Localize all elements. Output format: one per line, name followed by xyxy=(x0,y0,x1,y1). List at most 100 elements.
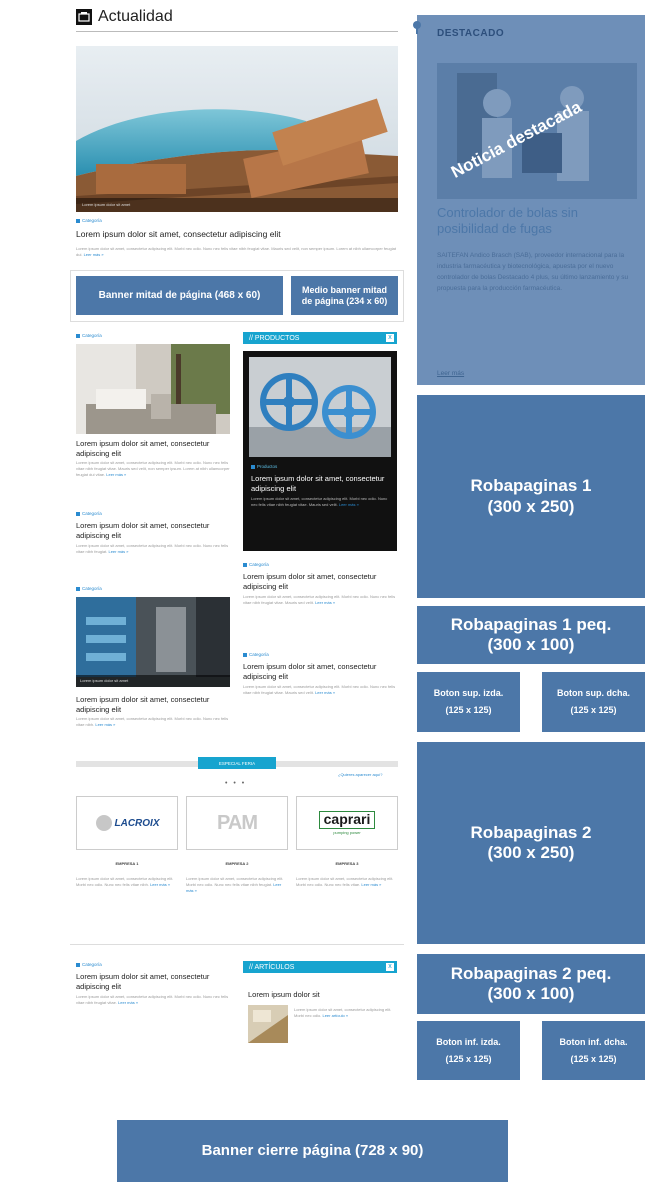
productos-category[interactable]: Productos xyxy=(251,464,277,469)
hero-image[interactable] xyxy=(76,46,398,212)
articulos-image[interactable] xyxy=(248,1005,288,1043)
destacado-body: SAITEFAN Andico Brasch (SAB), proveedor … xyxy=(437,252,629,293)
hero-headline[interactable]: Lorem ipsum dolor sit amet, consectetur … xyxy=(76,229,398,240)
robapaginas-2-label: Robapaginas 2 xyxy=(470,822,592,842)
a3-category[interactable]: Categoría xyxy=(76,586,102,591)
empresa-1-logo-card[interactable]: LACROIX xyxy=(76,796,178,850)
robapaginas-1-peq-label: Robapaginas 1 peq. xyxy=(450,614,612,634)
empresas-tab[interactable]: ESPECIAL FERIA xyxy=(198,757,276,769)
hero-caption: Lorem ipsum dolor sit amet xyxy=(82,202,131,207)
a6-headline[interactable]: Lorem ipsum dolor sit amet, consectetur … xyxy=(76,972,230,992)
a2-more-link[interactable]: Leer más » xyxy=(108,549,128,554)
a5-more-link[interactable]: Leer más » xyxy=(315,690,335,695)
empresa-3-more-link[interactable]: Leer más » xyxy=(361,882,381,887)
lacroix-logo-icon xyxy=(95,815,112,831)
destacado-more-link[interactable]: Leer más xyxy=(437,370,464,377)
a2-headline[interactable]: Lorem ipsum dolor sit amet, consectetur … xyxy=(76,521,230,541)
empresas-tab-label: ESPECIAL FERIA xyxy=(218,760,256,766)
header-divider xyxy=(76,31,398,32)
hero-more-link[interactable]: Leer más » xyxy=(84,252,104,257)
empresa-2-body: Lorem ipsum dolor sit amet, consectetur … xyxy=(186,876,284,894)
empresa-3-logo-card[interactable]: caprari pumping power xyxy=(296,796,398,850)
productos-card[interactable]: Productos Lorem ipsum dolor sit amet, co… xyxy=(243,351,397,551)
boton-inf-dcha-label: Boton inf. dcha. xyxy=(559,1036,628,1047)
hero-body: Lorem ipsum dolor sit amet, consectetur … xyxy=(76,246,396,258)
a3-caption: Lorem ipsum dolor sit amet xyxy=(80,678,129,683)
robapaginas-1-size: (300 x 250) xyxy=(487,496,575,516)
productos-headline[interactable]: Lorem ipsum dolor sit amet, consectetur … xyxy=(251,474,391,494)
destacado-pin-icon xyxy=(412,20,422,34)
empresas-link[interactable]: ¿Quieres aparecer aquí? xyxy=(338,772,382,777)
a3-headline[interactable]: Lorem ipsum dolor sit amet, consectetur … xyxy=(76,695,230,715)
empresa-3-logo-text: caprari xyxy=(318,811,376,829)
articulos-close-icon[interactable]: x xyxy=(386,963,394,971)
empresa-1-more-link[interactable]: Leer más » xyxy=(150,882,170,887)
boton-sup-dcha-label: Boton sup. dcha. xyxy=(557,688,630,699)
robapaginas-2-size: (300 x 250) xyxy=(487,843,575,862)
robapaginas-1-peq-size: (300 x 100) xyxy=(487,635,575,654)
robapaginas-2-peq-size: (300 x 100) xyxy=(487,984,575,1003)
robapaginas-1-peq[interactable]: Robapaginas 1 peq. (300 x 100) xyxy=(417,606,645,664)
boton-inf-dcha[interactable]: Boton inf. dcha. (125 x 125) xyxy=(542,1021,645,1080)
a6-category[interactable]: Categoría xyxy=(76,962,102,967)
a4-more-link[interactable]: Leer más » xyxy=(315,600,335,605)
a1-image[interactable] xyxy=(76,344,230,434)
a5-category[interactable]: Categoría xyxy=(243,652,269,657)
a3-body: Lorem ipsum dolor sit amet, consectetur … xyxy=(76,716,229,728)
page-title: Actualidad xyxy=(98,8,173,25)
robapaginas-2[interactable]: Robapaginas 2 (300 x 250) xyxy=(417,742,645,944)
boton-sup-izda[interactable]: Boton sup. izda. (125 x 125) xyxy=(417,672,520,732)
empresa-2-name[interactable]: EMPRESA 2 xyxy=(186,861,288,866)
banner-medio[interactable]: Medio banner mitad de página (234 x 60) xyxy=(291,276,398,315)
a6-body: Lorem ipsum dolor sit amet, consectetur … xyxy=(76,994,229,1006)
a4-category[interactable]: Categoría xyxy=(243,562,269,567)
destacado-title[interactable]: Controlador de bolas sin posibilidad de … xyxy=(437,205,637,238)
boton-sup-izda-label: Boton sup. izda. xyxy=(433,688,504,699)
empresa-3-name[interactable]: EMPRESA 3 xyxy=(296,861,398,866)
a6-more-link[interactable]: Leer más » xyxy=(118,1000,138,1005)
articulos-body: Lorem ipsum dolor sit amet, consectetur … xyxy=(294,1007,392,1019)
empresa-2-logo-card[interactable]: PAM xyxy=(186,796,288,850)
articulos-section-header: // ARTÍCULOS x xyxy=(243,961,397,973)
empresa-1-logo-text: LACROIX xyxy=(114,817,160,829)
boton-inf-izda-size: (125 x 125) xyxy=(445,1053,492,1064)
a1-headline[interactable]: Lorem ipsum dolor sit amet, consectetur … xyxy=(76,439,230,459)
a5-headline[interactable]: Lorem ipsum dolor sit amet, consectetur … xyxy=(243,662,397,682)
banner-closing[interactable]: Banner cierre página (728 x 90) xyxy=(117,1120,508,1182)
boton-sup-dcha-size: (125 x 125) xyxy=(570,705,617,715)
robapaginas-2-peq[interactable]: Robapaginas 2 peq. (300 x 100) xyxy=(417,954,645,1014)
productos-more-link[interactable]: Leer más » xyxy=(339,502,359,507)
boton-inf-izda[interactable]: Boton inf. izda. (125 x 125) xyxy=(417,1021,520,1080)
productos-section-header: // PRODUCTOS x xyxy=(243,332,397,344)
banner-half-page[interactable]: Banner mitad de página (468 x 60) xyxy=(76,276,283,315)
empresa-3-logo-tagline: pumping power xyxy=(333,829,361,835)
carousel-dots[interactable]: • • • xyxy=(225,780,246,787)
productos-image xyxy=(249,357,391,457)
empresas-bottom-divider xyxy=(70,944,404,945)
articulos-more-link[interactable]: Leer artículo » xyxy=(322,1013,348,1018)
boton-sup-dcha[interactable]: Boton sup. dcha. (125 x 125) xyxy=(542,672,645,732)
a4-headline[interactable]: Lorem ipsum dolor sit amet, consectetur … xyxy=(243,572,397,592)
empresa-1-body: Lorem ipsum dolor sit amet, consectetur … xyxy=(76,876,174,888)
a1-more-link[interactable]: Leer más » xyxy=(106,472,126,477)
robapaginas-1-label: Robapaginas 1 xyxy=(470,476,592,496)
a2-category[interactable]: Categoría xyxy=(76,511,102,516)
articulos-headline[interactable]: Lorem ipsum dolor sit xyxy=(248,990,398,1000)
a3-image[interactable] xyxy=(76,597,230,687)
destacado-label: DESTACADO xyxy=(437,28,505,39)
header-icon xyxy=(76,9,92,25)
articulos-section-title: // ARTÍCULOS xyxy=(249,963,295,971)
a1-body: Lorem ipsum dolor sit amet, consectetur … xyxy=(76,460,230,478)
empresa-2-logo-text: PAM xyxy=(217,811,258,834)
a2-body: Lorem ipsum dolor sit amet, consectetur … xyxy=(76,543,229,555)
robapaginas-1[interactable]: Robapaginas 1 (300 x 250) xyxy=(417,395,645,598)
boton-sup-izda-size: (125 x 125) xyxy=(445,705,492,715)
a4-body: Lorem ipsum dolor sit amet, consectetur … xyxy=(243,594,396,606)
a3-more-link[interactable]: Leer más » xyxy=(95,722,115,727)
hero-category[interactable]: Categoría xyxy=(76,218,102,223)
productos-close-icon[interactable]: x xyxy=(386,334,394,342)
a1-category[interactable]: Categoría xyxy=(76,333,102,338)
productos-section-title: // PRODUCTOS xyxy=(249,334,300,342)
a5-body: Lorem ipsum dolor sit amet, consectetur … xyxy=(243,684,396,696)
empresa-1-name[interactable]: EMPRESA 1 xyxy=(76,861,178,866)
